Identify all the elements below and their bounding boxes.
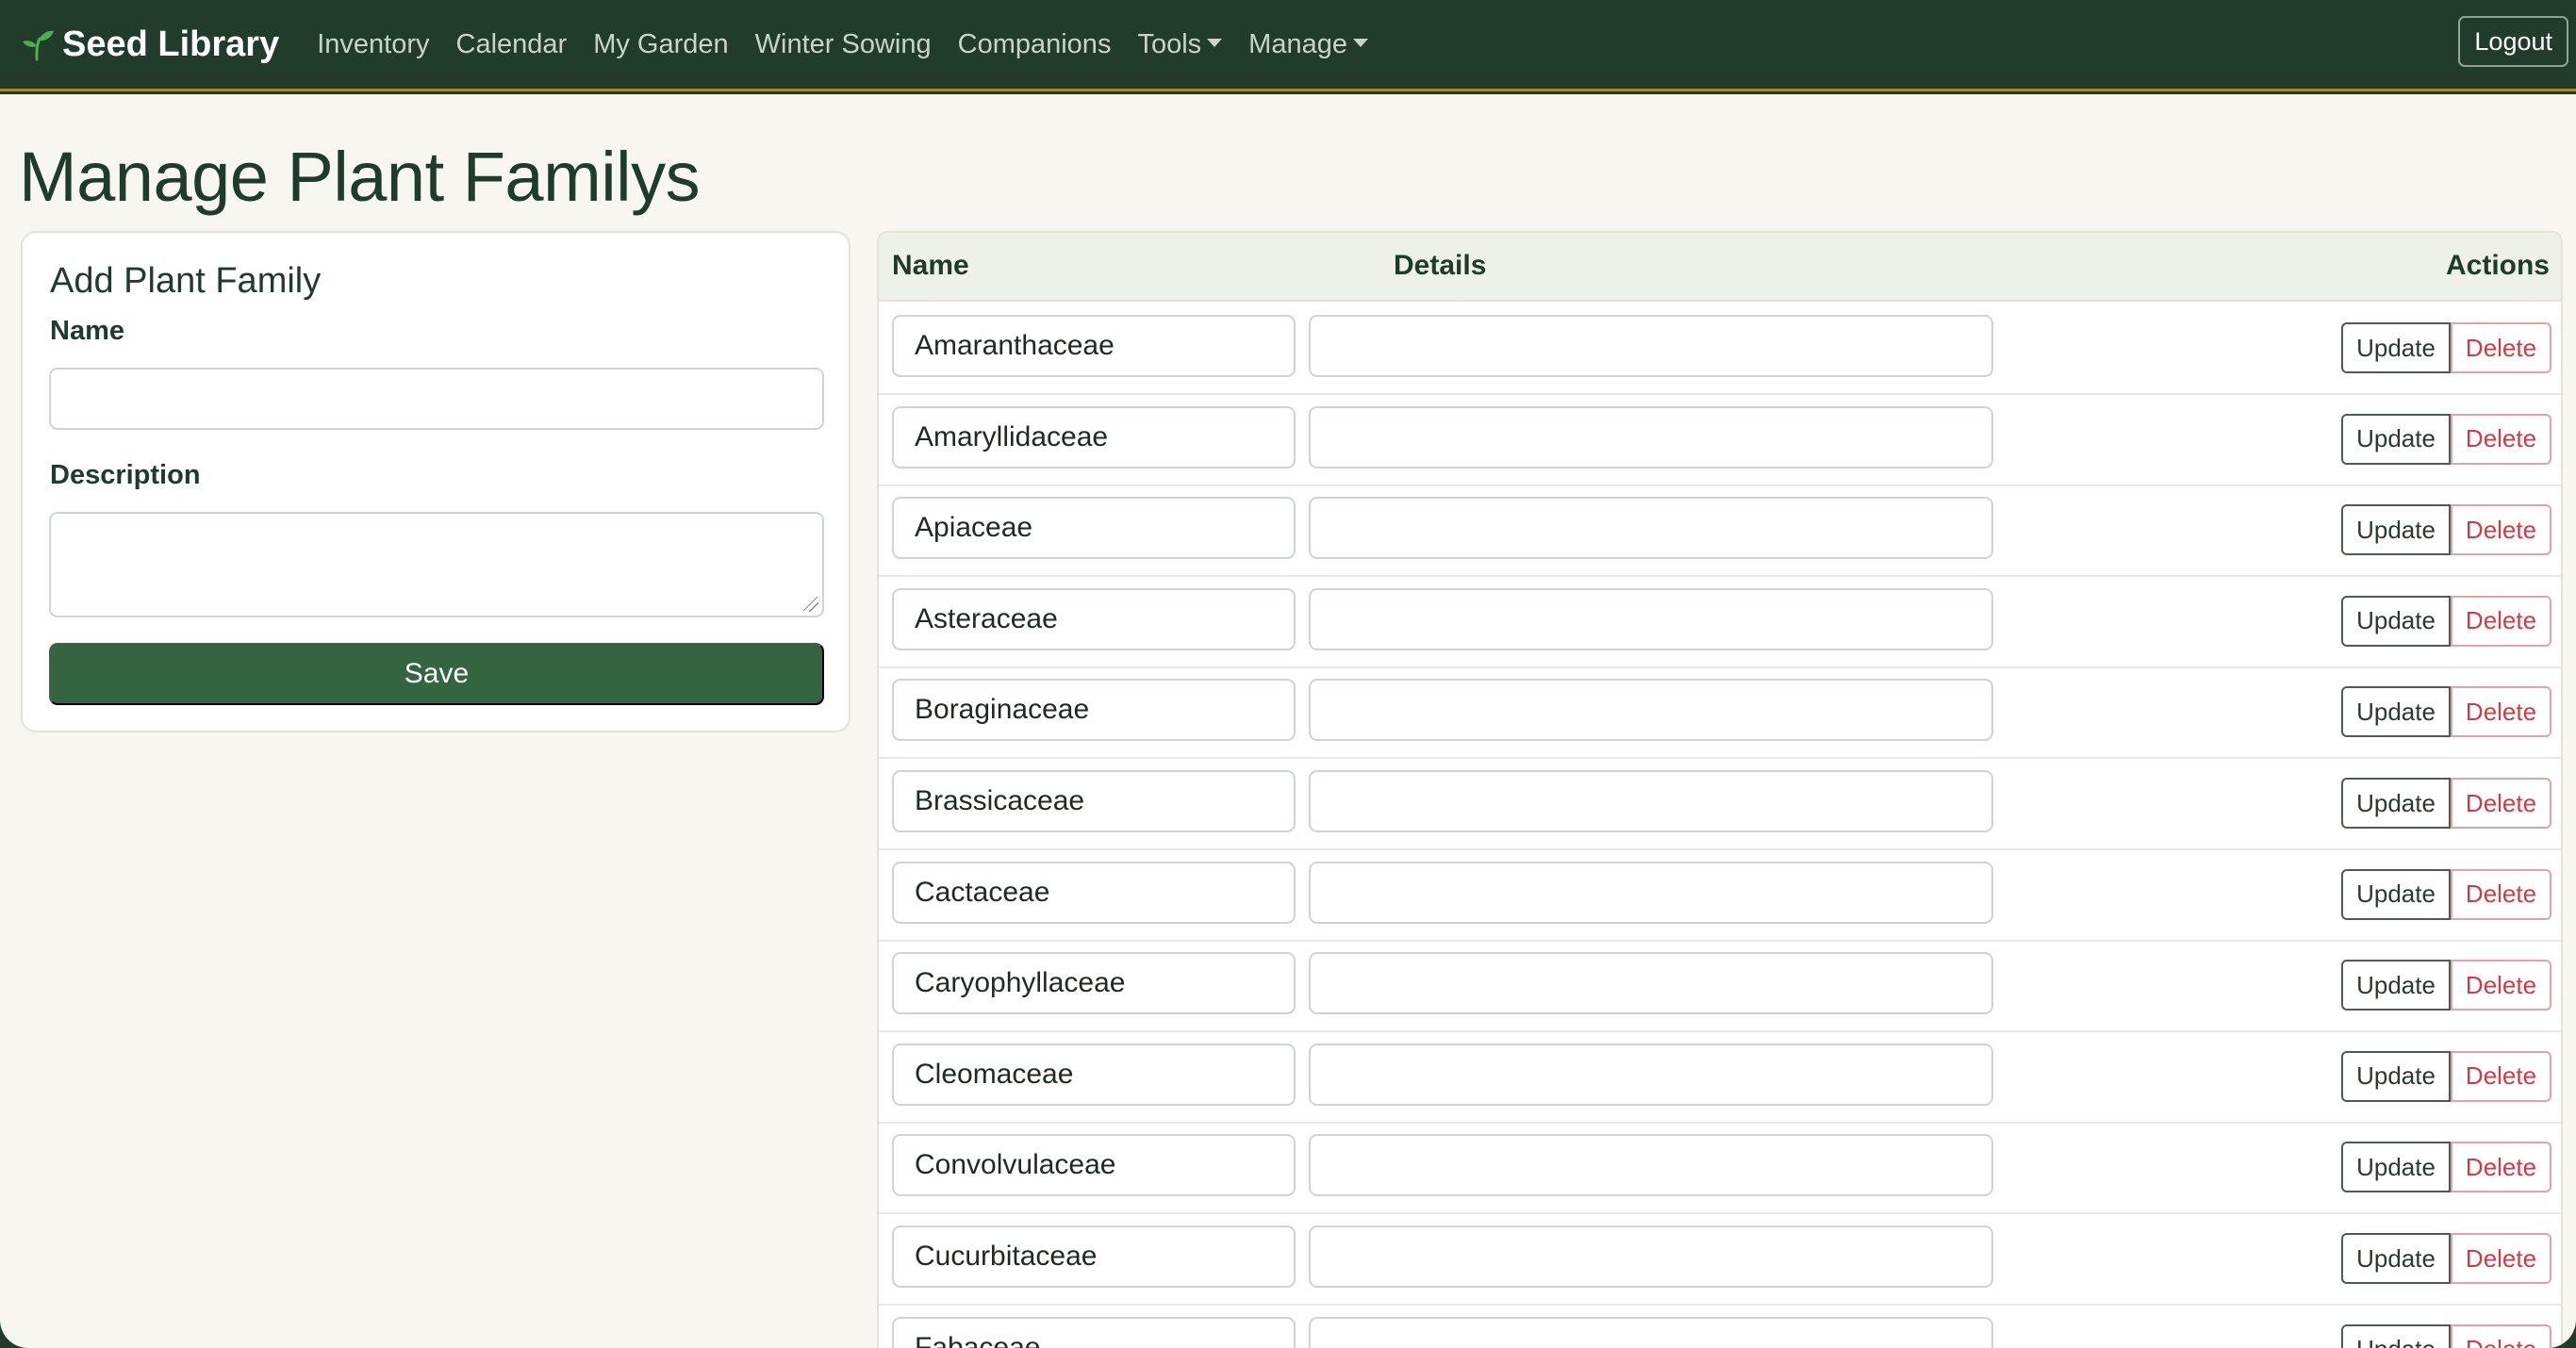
- update-button[interactable]: Update: [2341, 778, 2451, 829]
- family-details-input[interactable]: [1309, 497, 1993, 560]
- table-row: Cactaceae Update Delete: [879, 850, 2561, 942]
- name-input[interactable]: [49, 368, 824, 430]
- delete-button[interactable]: Delete: [2451, 322, 2551, 373]
- family-details-input[interactable]: [1309, 405, 1993, 469]
- table-row: Boraginaceae Update Delete: [879, 667, 2561, 760]
- update-button[interactable]: Update: [2341, 413, 2451, 465]
- nav-tools-dropdown[interactable]: Tools: [1137, 28, 1223, 60]
- table-row: Convolvulaceae Update Delete: [879, 1123, 2561, 1215]
- delete-button[interactable]: Delete: [2451, 1323, 2551, 1348]
- update-button[interactable]: Update: [2341, 504, 2451, 556]
- name-label: Name: [50, 316, 124, 346]
- family-details-input[interactable]: [1309, 679, 1993, 742]
- family-details-input[interactable]: [1309, 952, 1993, 1015]
- table-row: Fabaceae UpdateDelete: [879, 1306, 2561, 1348]
- family-details-input[interactable]: [1309, 1043, 1993, 1106]
- table-row: Amaryllidaceae Update Delete: [879, 395, 2561, 486]
- family-name-input[interactable]: Boraginaceae: [892, 679, 1296, 742]
- nav-companions[interactable]: Companions: [958, 29, 1112, 60]
- family-details-input[interactable]: [1309, 1316, 1993, 1348]
- family-name-input[interactable]: Caryophyllaceae: [892, 952, 1296, 1015]
- update-button[interactable]: Update: [2341, 868, 2451, 920]
- delete-button[interactable]: Delete: [2451, 413, 2551, 465]
- family-name-input[interactable]: Cucurbitaceae: [892, 1225, 1296, 1288]
- delete-button[interactable]: Delete: [2451, 960, 2551, 1011]
- chevron-down-icon: [1207, 38, 1223, 47]
- delete-button[interactable]: Delete: [2451, 504, 2551, 556]
- table-row: Amaranthaceae Update Delete: [879, 304, 2561, 395]
- family-name-input[interactable]: Cactaceae: [892, 861, 1296, 924]
- page-title: Manage Plant Familys: [19, 138, 701, 216]
- brand-link[interactable]: Seed Library: [19, 25, 279, 65]
- brand-text: Seed Library: [62, 24, 280, 64]
- nav-calendar[interactable]: Calendar: [456, 29, 568, 60]
- family-name-input[interactable]: Amaryllidaceae: [892, 405, 1296, 469]
- delete-button[interactable]: Delete: [2451, 686, 2551, 738]
- family-details-input[interactable]: [1309, 861, 1993, 924]
- column-header-name: Name: [892, 250, 969, 281]
- family-details-input[interactable]: [1309, 1225, 1993, 1288]
- nav-tools-label: Tools: [1137, 28, 1202, 59]
- nav-manage-dropdown[interactable]: Manage: [1248, 29, 1368, 60]
- family-details-input[interactable]: [1309, 315, 1993, 377]
- table-row: Brassicaceae Update Delete: [879, 759, 2561, 850]
- nav-winter-sowing[interactable]: Winter Sowing: [755, 29, 932, 60]
- update-button[interactable]: Update: [2341, 686, 2451, 738]
- nav-my-garden[interactable]: My Garden: [593, 29, 728, 60]
- delete-button[interactable]: Delete: [2451, 1142, 2551, 1193]
- resize-handle-icon[interactable]: [803, 597, 818, 612]
- nav-inventory[interactable]: Inventory: [317, 29, 429, 60]
- update-button[interactable]: Update: [2341, 1142, 2451, 1193]
- seedling-icon: [23, 30, 54, 61]
- family-details-input[interactable]: [1309, 587, 1993, 650]
- family-name-input[interactable]: Fabaceae: [892, 1316, 1296, 1348]
- save-button[interactable]: Save: [49, 643, 824, 705]
- delete-button[interactable]: Delete: [2451, 595, 2551, 647]
- family-details-input[interactable]: [1309, 770, 1993, 832]
- delete-button[interactable]: Delete: [2451, 1233, 2551, 1284]
- plant-family-table: Name Details Actions Amaranthaceae Update…: [877, 231, 2563, 1348]
- family-name-input[interactable]: Asteraceae: [892, 587, 1296, 650]
- table-row: Asteraceae Update Delete: [879, 577, 2561, 668]
- top-navbar: Seed Library Inventory Calendar My Garde…: [0, 0, 2576, 91]
- chevron-down-icon: [1352, 38, 1368, 47]
- update-button[interactable]: Update: [2341, 595, 2451, 647]
- family-name-input[interactable]: Convolvulaceae: [892, 1134, 1296, 1197]
- add-plant-family-card: Add Plant Family Name Description Save: [21, 231, 850, 732]
- description-label: Description: [50, 460, 201, 490]
- table-row: Cleomaceae Update Delete: [879, 1032, 2561, 1124]
- update-button[interactable]: Update: [2341, 1323, 2451, 1348]
- nav-manage-label: Manage: [1248, 28, 1347, 59]
- update-button[interactable]: Update: [2341, 1050, 2451, 1102]
- update-button[interactable]: Update: [2341, 1233, 2451, 1284]
- update-button[interactable]: Update: [2341, 322, 2451, 373]
- table-row: Apiaceae Update Delete: [879, 485, 2561, 578]
- main-content: Manage Plant Familys Add Plant Family Na…: [0, 94, 2576, 1348]
- column-header-actions: Actions: [2445, 250, 2550, 281]
- logout-button[interactable]: Logout: [2458, 16, 2568, 67]
- family-details-input[interactable]: [1309, 1134, 1993, 1197]
- table-row: Cucurbitaceae Update Delete: [879, 1214, 2561, 1306]
- family-name-input[interactable]: Apiaceae: [892, 497, 1296, 560]
- column-header-details: Details: [1394, 250, 1487, 281]
- table-header: Name Details Actions: [879, 233, 2561, 302]
- table-row: Caryophyllaceae Update Delete: [879, 941, 2561, 1033]
- description-textarea[interactable]: [49, 512, 824, 617]
- family-name-input[interactable]: Brassicaceae: [892, 770, 1296, 832]
- delete-button[interactable]: Delete: [2451, 868, 2551, 920]
- delete-button[interactable]: Delete: [2451, 1050, 2551, 1102]
- family-name-input[interactable]: Amaranthaceae: [892, 315, 1296, 377]
- update-button[interactable]: Update: [2341, 960, 2451, 1011]
- delete-button[interactable]: Delete: [2451, 778, 2551, 829]
- family-name-input[interactable]: Cleomaceae: [892, 1043, 1296, 1106]
- card-title: Add Plant Family: [50, 261, 322, 301]
